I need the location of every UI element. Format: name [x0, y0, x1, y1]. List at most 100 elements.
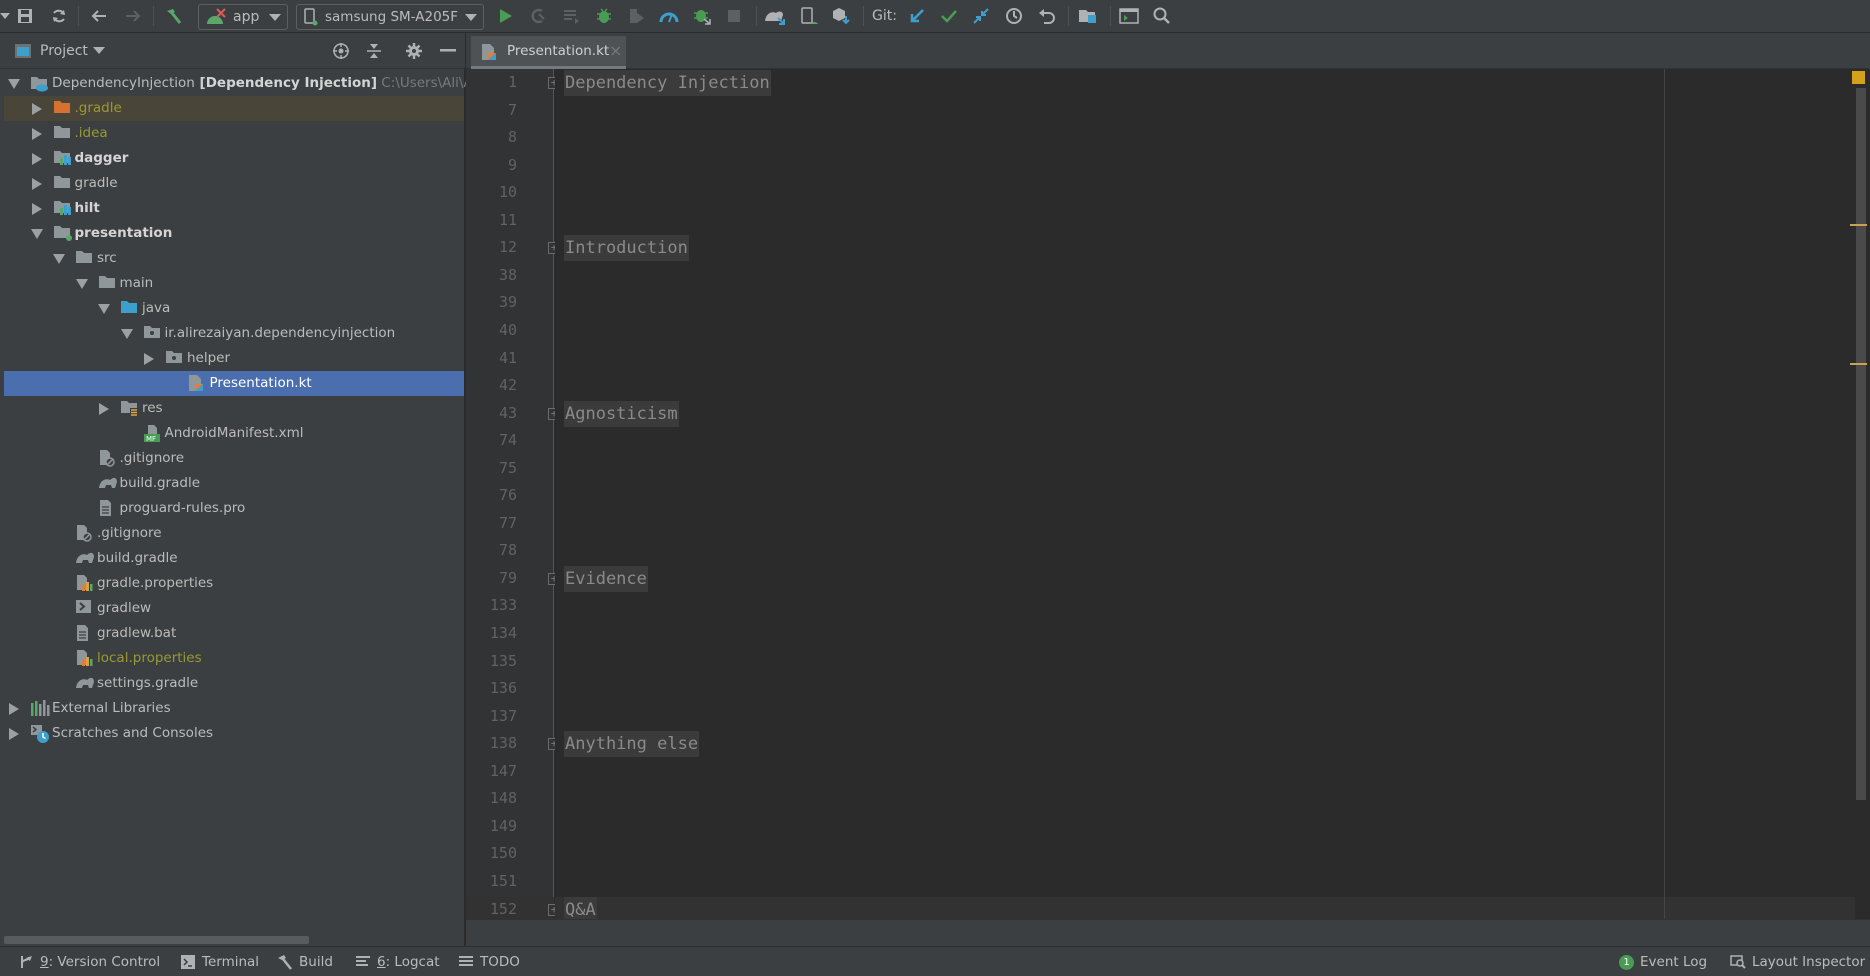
tree-item[interactable]: ir.alirezaiyan.dependencyinjection [4, 321, 464, 346]
chevron-down-icon [269, 13, 281, 21]
folded-region[interactable]: Introduction [564, 235, 689, 262]
tree-item[interactable]: .idea [4, 121, 464, 146]
terminal-button[interactable]: Terminal [180, 954, 259, 970]
tree-item[interactable]: main [4, 271, 464, 296]
avd-manager-icon[interactable] [798, 5, 820, 27]
expanded-arrow-icon[interactable] [8, 78, 20, 90]
project-structure-icon[interactable] [1077, 5, 1099, 27]
tree-item[interactable]: gradlew.bat [4, 621, 464, 646]
locate-file-icon[interactable] [330, 40, 352, 62]
tree-item[interactable]: res [4, 396, 464, 421]
collapsed-arrow-icon[interactable] [31, 102, 43, 115]
folder-icon [53, 174, 71, 194]
build-button[interactable]: Build [277, 954, 333, 970]
tree-item[interactable]: build.gradle [4, 546, 464, 571]
debug-icon[interactable] [593, 5, 615, 27]
expanded-arrow-icon[interactable] [98, 303, 110, 315]
folded-region[interactable]: Anything else [564, 731, 700, 758]
collapsed-arrow-icon[interactable] [31, 202, 43, 215]
tree-item[interactable]: External Libraries [4, 696, 464, 721]
tree-item[interactable]: proguard-rules.pro [4, 496, 464, 521]
view-mode-chevron-down-icon[interactable] [88, 40, 110, 62]
collapsed-arrow-icon[interactable] [8, 727, 20, 740]
tree-item[interactable]: presentation [4, 221, 464, 246]
tree-item[interactable]: .gitignore [4, 521, 464, 546]
stop-icon[interactable] [723, 5, 745, 27]
tree-item[interactable]: .gradle [4, 96, 464, 121]
tree-item[interactable]: settings.gradle [4, 671, 464, 696]
collapsed-arrow-icon[interactable] [98, 402, 110, 415]
save-icon[interactable] [14, 5, 36, 27]
warning-stripe-marker[interactable] [1850, 224, 1867, 226]
tree-item[interactable]: Scratches and Consoles [4, 721, 464, 746]
version-control-icon [18, 954, 34, 970]
horizontal-scrollbar[interactable] [4, 936, 309, 944]
git-history-icon[interactable] [1003, 5, 1025, 27]
version-control-button[interactable]: 9: Version Control [18, 954, 160, 970]
tree-item[interactable]: dagger [4, 146, 464, 171]
gradle-sync-icon[interactable] [764, 5, 786, 27]
project-view-title[interactable]: Project [40, 43, 88, 59]
code-editor[interactable]: Dependency Injection Introduction Agnostic… [555, 69, 1855, 924]
tree-item[interactable]: local.properties [4, 646, 464, 671]
back-icon[interactable] [88, 5, 110, 27]
tree-item[interactable]: DependencyInjection [Dependency Injectio… [4, 71, 507, 96]
attach-process-icon[interactable] [691, 5, 713, 27]
tree-item[interactable]: gradle.properties [4, 571, 464, 596]
editor-gutter: 1 7 8 9 10 11 12 38 39 40 41 42 43 74 75 76 77 78 79 133 134… [466, 69, 560, 924]
collapsed-arrow-icon[interactable] [8, 702, 20, 715]
run-icon[interactable] [495, 5, 517, 27]
tree-item[interactable]: Presentation.kt [4, 371, 464, 396]
expanded-arrow-icon[interactable] [75, 278, 88, 290]
tree-item[interactable]: src [4, 246, 464, 271]
run-config-select[interactable]: app [198, 4, 288, 30]
sdk-manager-icon[interactable] [830, 5, 852, 27]
close-tab-icon[interactable]: × [609, 41, 622, 60]
collapsed-arrow-icon[interactable] [31, 127, 43, 140]
tree-item[interactable]: MF AndroidManifest.xml [4, 421, 464, 446]
tree-item[interactable]: java [4, 296, 464, 321]
warning-stripe-marker[interactable] [1850, 363, 1867, 365]
tree-item[interactable]: hilt [4, 196, 464, 221]
forward-icon[interactable] [122, 5, 144, 27]
apply-changes-icon[interactable] [527, 5, 549, 27]
logcat-button[interactable]: 6: Logcat [355, 954, 440, 970]
collapsed-arrow-icon[interactable] [143, 352, 155, 365]
terminal-window-icon[interactable] [1118, 5, 1140, 27]
todo-button[interactable]: TODO [458, 954, 520, 970]
tree-item[interactable]: gradlew [4, 596, 464, 621]
git-commit-icon[interactable] [938, 5, 960, 27]
expanded-arrow-icon[interactable] [30, 228, 43, 240]
tree-item[interactable]: helper [4, 346, 464, 371]
folded-region[interactable]: Dependency Injection [564, 70, 771, 96]
git-update-icon[interactable] [906, 5, 928, 27]
git-pull-request-icon[interactable] [970, 5, 992, 27]
apply-code-changes-icon[interactable] [561, 5, 583, 27]
folded-region[interactable]: Agnosticism [564, 400, 679, 427]
settings-gear-icon[interactable] [403, 40, 425, 62]
sync-icon[interactable] [48, 5, 70, 27]
collapse-all-icon[interactable] [363, 40, 385, 62]
tree-item[interactable]: gradle [4, 171, 464, 196]
device-select[interactable]: samsung SM-A205F [296, 4, 484, 30]
event-log-button[interactable]: 1 Event Log [1619, 954, 1707, 970]
layout-inspector-button[interactable]: Layout Inspector [1730, 954, 1865, 970]
build-hammer-icon[interactable] [162, 5, 184, 27]
profile-icon[interactable] [658, 5, 680, 27]
inspection-warning-icon[interactable] [1852, 71, 1865, 84]
tree-item[interactable]: .gitignore [4, 446, 464, 471]
tree-item[interactable]: build.gradle [4, 471, 464, 496]
attach-debugger-icon[interactable] [625, 5, 647, 27]
search-everywhere-icon[interactable] [1151, 5, 1173, 27]
tree-item-label: Scratches and Consoles [52, 725, 214, 741]
tab-presentation-kt[interactable]: Presentation.kt × [471, 36, 626, 69]
folded-region[interactable]: Evidence [564, 565, 648, 592]
hide-panel-icon[interactable] [437, 40, 459, 62]
git-rollback-icon[interactable] [1036, 5, 1058, 27]
vertical-scrollbar[interactable] [1856, 88, 1866, 800]
expanded-arrow-icon[interactable] [120, 328, 133, 340]
expanded-arrow-icon[interactable] [53, 253, 65, 265]
collapsed-arrow-icon[interactable] [31, 177, 43, 190]
collapsed-arrow-icon[interactable] [31, 152, 43, 165]
source-folder-icon [120, 299, 138, 319]
